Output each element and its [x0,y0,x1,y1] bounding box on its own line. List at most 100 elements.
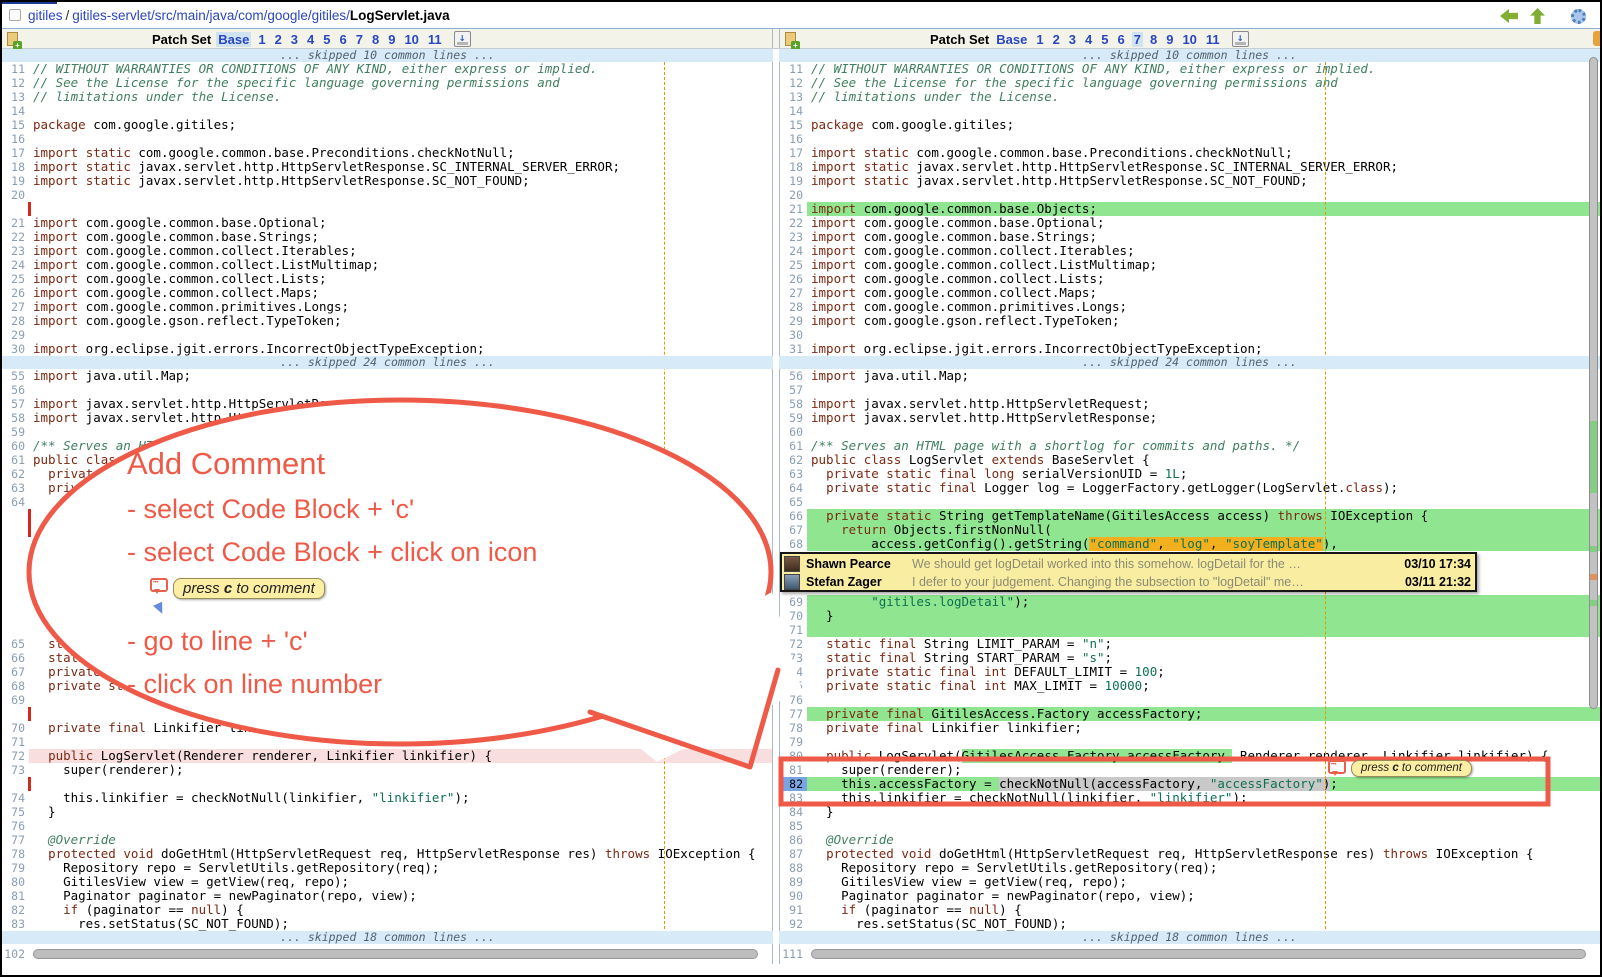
line-number[interactable]: 72 [780,637,807,651]
code-line[interactable] [29,623,772,637]
line-number[interactable] [2,623,29,637]
code-line[interactable]: // WITHOUT WARRANTIES OR CONDITIONS OF A… [29,62,772,76]
line-number[interactable]: 16 [780,132,807,146]
code-line[interactable] [29,595,772,609]
line-number[interactable]: 57 [780,383,807,397]
line-number[interactable]: 19 [780,174,807,188]
line-number[interactable]: 83 [2,917,29,931]
line-number[interactable]: 11 [780,62,807,76]
line-number[interactable] [2,509,29,523]
line-number[interactable]: 68 [2,679,29,693]
code-line[interactable]: super(renderer); [29,763,772,777]
patchset-option-3[interactable]: 3 [289,32,300,47]
skipped-lines-text[interactable]: ... skipped 24 common lines ... [779,356,1600,369]
code-line[interactable] [807,495,1600,509]
line-number[interactable]: 69 [780,595,807,609]
code-line[interactable] [29,523,772,537]
line-number[interactable]: 30 [780,328,807,342]
code-line[interactable] [807,735,1600,749]
code-line[interactable]: package com.google.gitiles; [29,118,772,132]
nav-up-arrow-icon[interactable] [1530,8,1545,24]
line-number[interactable]: 83 [780,791,807,805]
patchset-option-base[interactable]: Base [216,32,251,47]
line-number[interactable]: 60 [2,439,29,453]
line-number[interactable]: 89 [780,875,807,889]
code-line[interactable] [29,693,772,707]
patchset-option-5[interactable]: 5 [1099,32,1110,47]
code-line[interactable]: import static javax.servlet.http.HttpSer… [29,174,772,188]
line-number[interactable]: 62 [780,453,807,467]
line-number[interactable] [2,551,29,595]
line-number[interactable]: 78 [780,721,807,735]
code-line[interactable] [807,819,1600,833]
line-number[interactable]: 61 [2,453,29,467]
code-line[interactable]: @Override [29,833,772,847]
code-line[interactable]: // limitations under the License. [807,90,1600,104]
line-number[interactable]: 102 [2,947,29,961]
code-line[interactable]: import static com.google.common.base.Pre… [807,146,1600,160]
code-line[interactable]: this.linkifier = checkNotNull(linkifier,… [29,791,772,805]
code-line[interactable] [29,328,772,342]
code-line[interactable] [29,104,772,118]
patchset-option-9[interactable]: 9 [1164,32,1175,47]
skipped-lines-text[interactable]: ... skipped 24 common lines ... [2,356,773,369]
line-number[interactable]: 27 [780,286,807,300]
code-line[interactable]: // See the License for the specific lang… [807,76,1600,90]
code-line[interactable]: import static javax.servlet.http.HttpSer… [29,160,772,174]
code-line[interactable]: // See the License for the specific lang… [29,76,772,90]
line-number[interactable]: 67 [2,665,29,679]
code-line[interactable] [29,495,772,509]
code-line[interactable]: "gitiles.logDetail"); [807,595,1600,609]
code-line[interactable]: res.setStatus(SC_NOT_FOUND); [807,917,1600,931]
code-line[interactable]: import javax.servlet.http.HttpServletRes… [29,411,772,425]
line-number[interactable]: 56 [2,383,29,397]
line-number[interactable]: 62 [2,467,29,481]
code-line[interactable]: GitilesView view = getView(req, repo); [807,875,1600,889]
code-line[interactable]: import org.eclipse.jgit.errors.Incorrect… [807,342,1600,356]
line-number[interactable]: 29 [2,328,29,342]
line-number[interactable]: 74 [2,791,29,805]
patchset-option-11[interactable]: 11 [1204,32,1222,47]
line-number[interactable]: 81 [2,889,29,903]
code-line[interactable]: private static final long serialVersionU… [29,467,772,481]
code-line[interactable] [29,509,772,523]
horizontal-scrollbar[interactable] [811,949,1586,959]
code-line[interactable]: /** Serves an HTML page with a shortlog … [807,439,1600,453]
line-number[interactable]: 23 [2,244,29,258]
line-number[interactable]: 84 [780,805,807,819]
code-line[interactable] [29,202,772,216]
patchset-option-6[interactable]: 6 [1116,32,1127,47]
patchset-option-10[interactable]: 10 [402,32,420,47]
line-number[interactable]: 60 [780,425,807,439]
line-number[interactable]: 79 [780,735,807,749]
line-number[interactable]: 58 [2,411,29,425]
patchset-option-2[interactable]: 2 [1051,32,1062,47]
line-number[interactable]: 68 [780,537,807,551]
code-line[interactable]: return Objects.firstNonNull( [807,523,1600,537]
file-checkbox[interactable] [9,9,21,21]
line-number[interactable]: 57 [2,397,29,411]
code-line[interactable] [29,735,772,749]
line-number[interactable]: 28 [780,300,807,314]
line-number[interactable]: 26 [2,286,29,300]
line-number[interactable]: 21 [2,216,29,230]
code-line[interactable]: import org.eclipse.jgit.errors.Incorrect… [29,342,772,356]
line-number[interactable]: 12 [780,76,807,90]
code-line[interactable]: res.setStatus(SC_NOT_FOUND); [29,917,772,931]
code-line[interactable]: import com.google.common.collect.Maps; [29,286,772,300]
code-line[interactable] [807,425,1600,439]
vertical-scrollbar[interactable] [1589,57,1598,709]
code-line[interactable]: import com.google.common.base.Optional; [807,216,1600,230]
code-line[interactable]: @Override [807,833,1600,847]
code-line[interactable]: import com.google.common.collect.ListMul… [29,258,772,272]
code-line[interactable]: public class LogServlet extends BaseServ… [807,453,1600,467]
code-line[interactable]: // limitations under the License. [29,90,772,104]
code-line[interactable]: static final String START_PARAM = "s"; [807,651,1600,665]
code-line[interactable]: private final Linkifier linkifier; [29,721,772,735]
line-number[interactable]: 75 [780,679,807,693]
line-number[interactable]: 76 [2,819,29,833]
code-line[interactable]: static final String LIMIT_PARAM = "n"; [807,637,1600,651]
line-number[interactable]: 14 [780,104,807,118]
line-number[interactable]: 72 [2,749,29,763]
line-number[interactable]: 15 [2,118,29,132]
